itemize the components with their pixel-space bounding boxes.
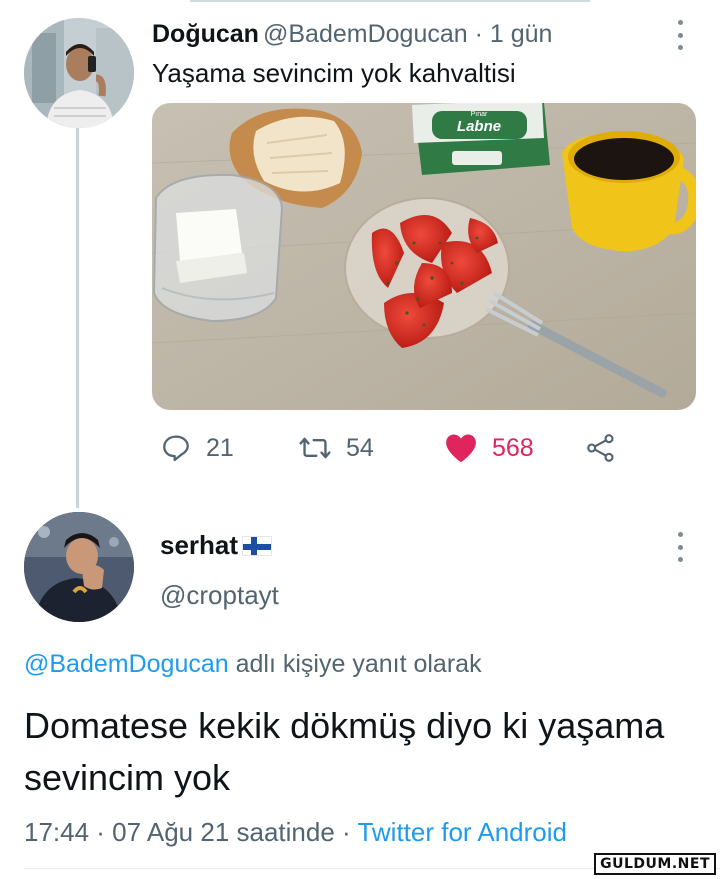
tweet-text: Yaşama sevincim yok kahvaltisi [152, 58, 516, 88]
thread-connector-line [76, 128, 79, 508]
labne-label: Labne [457, 118, 501, 135]
cheese-bowl [152, 173, 284, 323]
avatar-croptayt[interactable] [24, 512, 134, 622]
reply-author-name: serhat [160, 530, 239, 560]
reply-author[interactable]: serhat [160, 530, 273, 561]
coffee-cup [562, 131, 696, 252]
reply-source[interactable]: Twitter for Android [357, 817, 567, 847]
reply-button[interactable]: 21 [160, 428, 234, 468]
top-divider [190, 0, 590, 2]
labne-box: Labne Pınar [412, 103, 550, 175]
like-count: 568 [492, 433, 534, 462]
tweet-photo[interactable]: Labne Pınar [152, 103, 696, 410]
replying-to: @BademDogucan adlı kişiye yanıt olarak [24, 650, 482, 679]
like-button[interactable]: 568 [444, 428, 534, 468]
more-options-icon[interactable] [676, 532, 684, 562]
heart-icon [446, 434, 476, 463]
reply-text: Domatese kekik dökmüş diyo ki yaşama sev… [24, 705, 665, 798]
author-name[interactable]: Doğucan [152, 20, 259, 49]
retweet-count: 54 [346, 433, 374, 462]
avatar-bademdogucan[interactable] [24, 18, 134, 128]
reply-icon [163, 435, 189, 462]
share-button[interactable] [584, 428, 618, 468]
reply-to-suffix: adlı kişiye yanıt olarak [228, 650, 482, 678]
share-icon [587, 434, 614, 462]
reply-author-handle[interactable]: @croptayt [160, 580, 279, 611]
reply-to-mention[interactable]: @BademDogucan [24, 650, 229, 678]
tweet-actions: 21 54 568 [160, 428, 630, 468]
labne-brand: Pınar [471, 111, 488, 118]
breakfast-photo: Labne Pınar [152, 103, 696, 410]
retweet-button[interactable]: 54 [298, 428, 374, 468]
retweet-icon [299, 437, 331, 459]
more-options-icon[interactable] [676, 20, 684, 50]
avatar-photo [24, 512, 134, 622]
reply-timestamp: 17:44 · 07 Ağu 21 saatinde · Twitter for… [24, 817, 567, 848]
reply-count: 21 [206, 433, 234, 462]
author-handle-time[interactable]: @BademDogucan · 1 gün [263, 20, 552, 49]
reply-time[interactable]: 17:44 · 07 Ağu 21 saatinde · [24, 817, 357, 847]
finland-flag-icon [242, 535, 273, 556]
avatar-photo [24, 18, 134, 128]
watermark-logo: GULDUM.NET [594, 853, 716, 875]
